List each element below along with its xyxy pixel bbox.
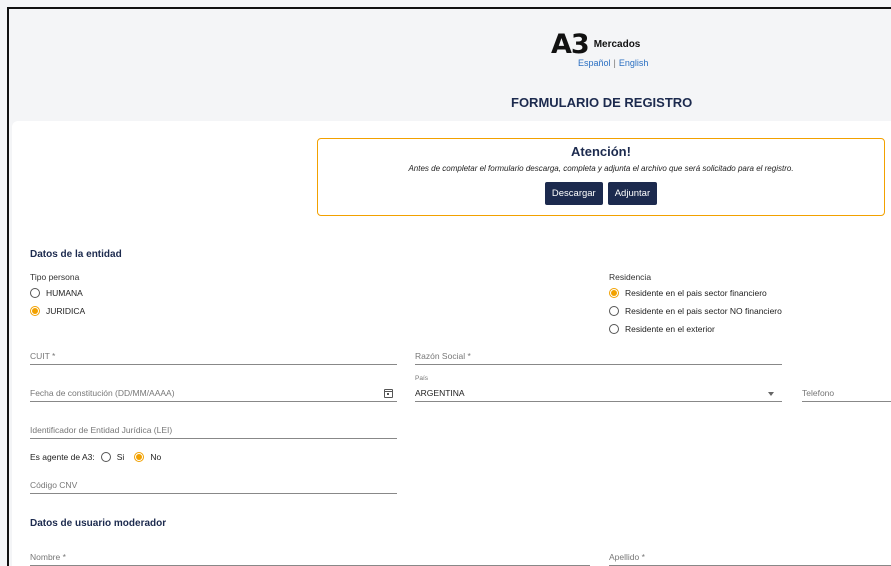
radio-residente-no-financiero[interactable]: Residente en el pais sector NO financier… xyxy=(609,306,782,316)
radio-circle xyxy=(609,324,619,334)
radio-agente-si[interactable]: Si xyxy=(100,452,125,462)
pais-label: País xyxy=(415,375,429,382)
radio-humana[interactable]: HUMANA xyxy=(30,288,83,298)
dropdown-caret-icon xyxy=(768,392,774,396)
telefono-field[interactable]: Telefono xyxy=(802,385,891,402)
form-card: Atención! Antes de completar el formular… xyxy=(12,121,891,566)
entity-section-title: Datos de la entidad xyxy=(30,249,122,260)
attach-button[interactable]: Adjuntar xyxy=(607,182,658,205)
radio-label: Si xyxy=(116,452,125,462)
radio-juridica[interactable]: JURIDICA xyxy=(30,306,85,316)
lang-es-link[interactable]: Español xyxy=(578,58,611,68)
telefono-placeholder: Telefono xyxy=(802,388,835,398)
radio-residente-financiero[interactable]: Residente en el pais sector financiero xyxy=(609,288,767,298)
razon-social-field[interactable]: Razón Social * xyxy=(415,348,782,365)
language-switcher: Español | English xyxy=(578,58,648,68)
codigo-cnv-placeholder: Código CNV xyxy=(30,480,78,490)
header: A3 Mercados Español | English FORMULARIO D… xyxy=(9,9,891,119)
lang-separator: | xyxy=(613,58,616,68)
radio-residente-exterior[interactable]: Residente en el exterior xyxy=(609,324,715,334)
radio-label: Residente en el exterior xyxy=(625,324,715,334)
logo-sub: Mercados xyxy=(593,39,641,50)
cuit-field[interactable]: CUIT * xyxy=(30,348,397,365)
apellido-field[interactable]: Apellido * xyxy=(609,549,891,566)
razon-social-placeholder: Razón Social * xyxy=(415,351,471,361)
logo-main: A3 xyxy=(551,29,590,60)
attention-box: Atención! Antes de completar el formular… xyxy=(317,138,885,216)
fecha-placeholder: Fecha de constitución (DD/MM/AAAA) xyxy=(30,388,175,398)
moderator-section-title: Datos de usuario moderador xyxy=(30,518,167,529)
apellido-placeholder: Apellido * xyxy=(609,552,645,562)
radio-circle xyxy=(30,288,40,298)
fecha-constitucion-field[interactable]: Fecha de constitución (DD/MM/AAAA) xyxy=(30,385,397,402)
lei-placeholder: Identificador de Entidad Jurídica (LEI) xyxy=(30,425,173,435)
radio-circle xyxy=(100,452,111,462)
radio-label: Residente en el pais sector NO financier… xyxy=(625,306,782,316)
download-button[interactable]: Descargar xyxy=(544,182,603,205)
radio-circle xyxy=(609,306,619,316)
agente-a3-group: Es agente de A3: Si No xyxy=(30,452,161,462)
radio-agente-no[interactable]: No xyxy=(134,452,161,462)
lei-field[interactable]: Identificador de Entidad Jurídica (LEI) xyxy=(30,422,397,439)
calendar-icon[interactable] xyxy=(384,389,393,398)
cuit-placeholder: CUIT * xyxy=(30,351,56,361)
radio-circle-selected xyxy=(30,306,40,316)
tipo-persona-label: Tipo persona xyxy=(30,272,80,282)
attention-text: Antes de completar el formulario descarg… xyxy=(408,164,794,173)
page-title: FORMULARIO DE REGISTRO xyxy=(511,95,693,110)
radio-label: JURIDICA xyxy=(46,306,86,316)
codigo-cnv-field[interactable]: Código CNV xyxy=(30,477,397,494)
radio-label: Residente en el pais sector financiero xyxy=(625,288,767,298)
agente-label: Es agente de A3: xyxy=(30,452,95,462)
residencia-label: Residencia xyxy=(609,272,652,282)
logo: A3 Mercados xyxy=(551,29,640,60)
radio-circle-selected xyxy=(609,288,619,298)
attention-title: Atención! xyxy=(571,144,631,159)
radio-label: HUMANA xyxy=(46,288,83,298)
attention-buttons: Descargar Adjuntar xyxy=(318,182,884,205)
lang-en-link[interactable]: English xyxy=(619,58,649,68)
page-frame: A3 Mercados Español | English FORMULARIO D… xyxy=(7,7,891,566)
pais-select[interactable]: País ARGENTINA xyxy=(415,375,782,402)
radio-label: No xyxy=(150,452,162,462)
nombre-placeholder: Nombre * xyxy=(30,552,66,562)
nombre-field[interactable]: Nombre * xyxy=(30,549,590,566)
radio-circle-selected xyxy=(134,452,145,462)
pais-value: ARGENTINA xyxy=(415,388,465,398)
